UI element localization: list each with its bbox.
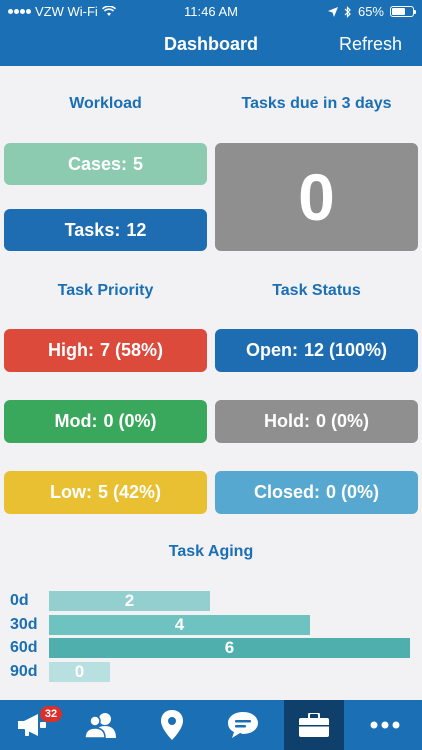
battery-icon	[390, 6, 416, 17]
location-arrow-icon	[327, 6, 338, 17]
mod-label: Mod:	[54, 411, 98, 431]
aging-bar: 0	[49, 662, 110, 682]
closed-value: 0 (0%)	[326, 482, 380, 502]
status-bar: VZW Wi-Fi 11:46 AM 65%	[0, 0, 422, 22]
aging-row-0d[interactable]: 0d 2	[10, 591, 422, 611]
tasks-due-title: Tasks due in 3 days	[241, 95, 392, 112]
closed-status-tile[interactable]: Closed: 0 (0%)	[215, 471, 418, 514]
hold-status-tile[interactable]: Hold: 0 (0%)	[215, 400, 418, 443]
nav-bar: Dashboard Refresh	[0, 22, 422, 66]
low-priority-tile[interactable]: Low: 5 (42%)	[4, 471, 207, 514]
high-label: High:	[47, 340, 94, 360]
cases-tile[interactable]: Cases: 5	[4, 143, 207, 185]
contacts-icon	[84, 713, 116, 738]
chat-icon	[228, 712, 258, 738]
more-icon	[370, 721, 400, 729]
cases-label: Cases:	[67, 153, 128, 174]
aging-bar: 6	[49, 638, 410, 658]
task-status-title: Task Status	[272, 282, 361, 299]
mod-priority-tile[interactable]: Mod: 0 (0%)	[4, 400, 207, 443]
low-value: 5 (42%)	[97, 482, 162, 502]
aging-row-30d[interactable]: 30d 4	[10, 615, 422, 635]
aging-label: 60d	[10, 639, 38, 656]
location-pin-icon	[161, 710, 183, 740]
battery-percent: 65%	[357, 4, 384, 19]
hold-label: Hold:	[264, 411, 310, 431]
aging-label: 30d	[10, 616, 38, 633]
notification-badge: 32	[40, 706, 62, 722]
task-priority-title: Task Priority	[57, 282, 154, 299]
high-priority-tile[interactable]: High: 7 (58%)	[4, 329, 207, 372]
tab-contacts[interactable]	[71, 700, 131, 750]
tasks-due-tile[interactable]: 0	[215, 143, 418, 251]
status-right: 65%	[327, 4, 416, 19]
tasks-value: 12	[126, 219, 147, 240]
task-aging-title: Task Aging	[168, 543, 254, 560]
tab-announcements[interactable]: 32	[2, 700, 62, 750]
aging-row-90d[interactable]: 90d 0	[10, 662, 422, 682]
briefcase-icon	[299, 713, 329, 737]
tasks-label: Tasks:	[64, 219, 121, 240]
open-status-tile[interactable]: Open: 12 (100%)	[215, 329, 418, 372]
aging-label: 90d	[10, 663, 38, 680]
tab-location[interactable]	[142, 700, 202, 750]
refresh-button[interactable]: Refresh	[339, 34, 402, 55]
aging-label: 0d	[10, 592, 29, 609]
aging-bar: 4	[49, 615, 310, 635]
open-label: Open:	[245, 340, 298, 360]
tasks-tile[interactable]: Tasks: 12	[4, 209, 207, 251]
closed-label: Closed:	[253, 482, 320, 502]
open-value: 12 (100%)	[303, 340, 388, 360]
mod-value: 0 (0%)	[103, 411, 157, 431]
tab-bar: 32	[0, 700, 422, 750]
tab-messages[interactable]	[213, 700, 273, 750]
bluetooth-icon	[344, 5, 351, 18]
tab-more[interactable]	[355, 700, 415, 750]
high-value: 7 (58%)	[99, 340, 163, 360]
workload-title: Workload	[69, 95, 142, 112]
low-label: Low:	[49, 482, 92, 502]
hold-value: 0 (0%)	[315, 411, 369, 431]
tab-dashboard[interactable]	[284, 700, 344, 750]
aging-row-60d[interactable]: 60d 6	[10, 638, 422, 658]
aging-bar: 2	[49, 591, 210, 611]
cases-value: 5	[133, 153, 144, 174]
